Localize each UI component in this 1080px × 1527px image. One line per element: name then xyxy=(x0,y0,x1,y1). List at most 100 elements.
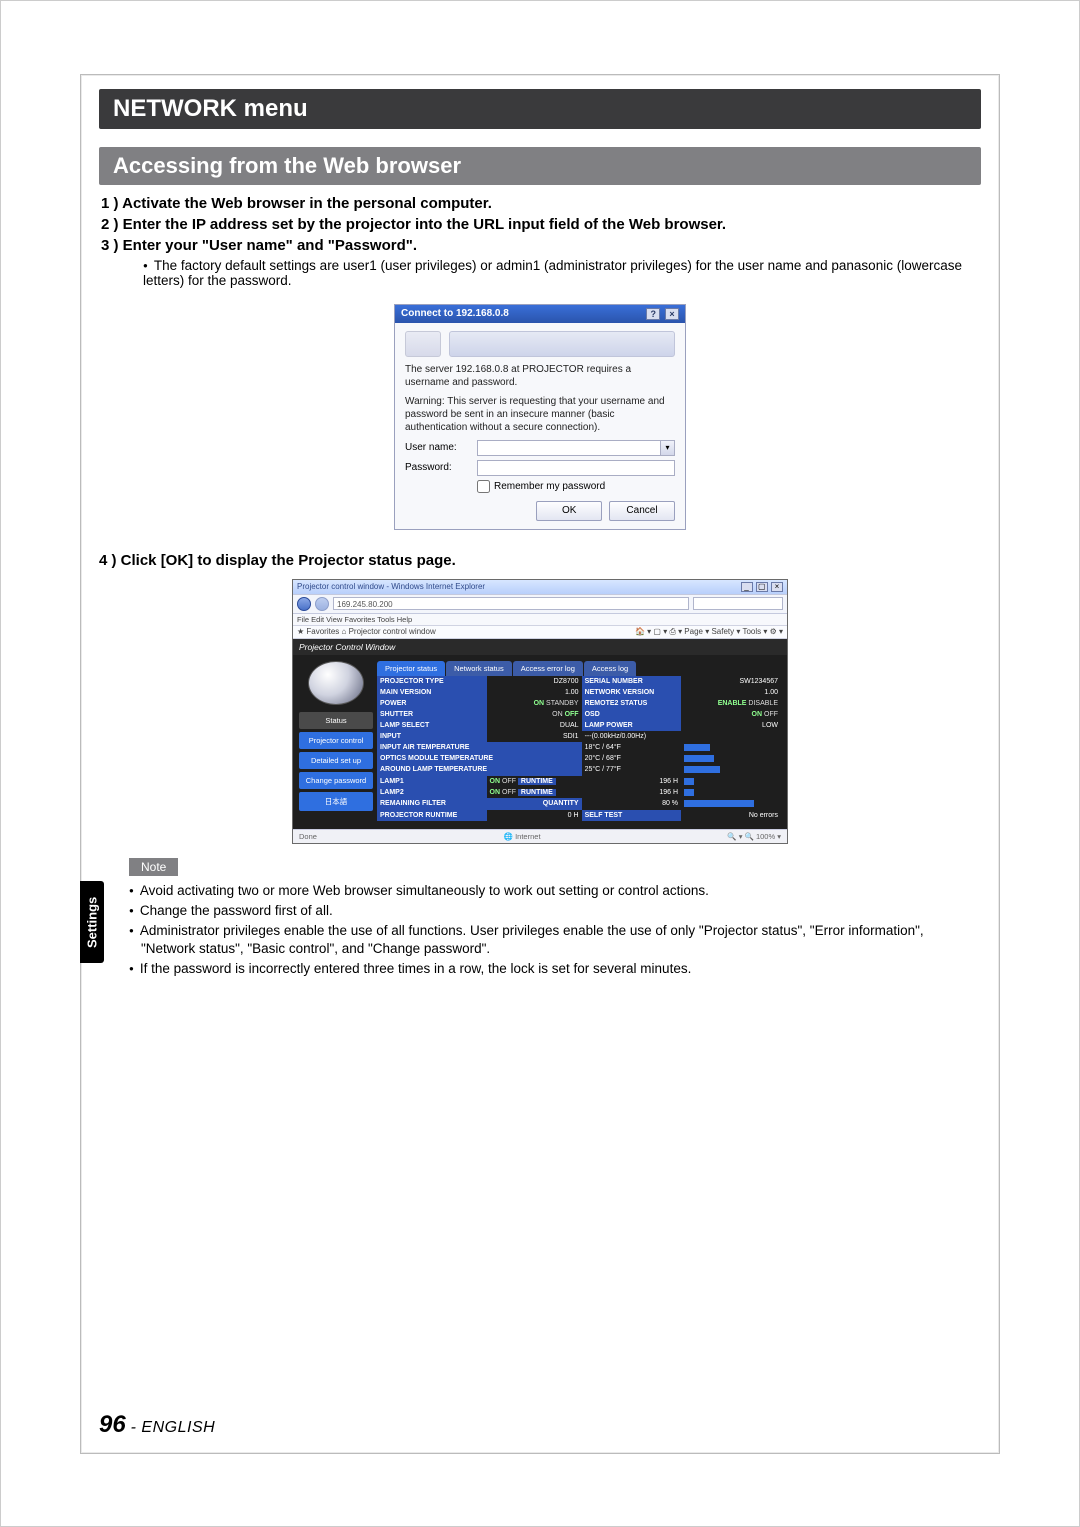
password-label: Password: xyxy=(405,462,477,473)
cell: SELF TEST xyxy=(582,810,681,821)
note-item: Change the password first of all. xyxy=(141,902,981,920)
back-button[interactable] xyxy=(297,597,311,611)
cell: PROJECTOR RUNTIME xyxy=(377,810,487,821)
password-input[interactable] xyxy=(477,460,675,476)
note-item: If the password is incorrectly entered t… xyxy=(141,960,981,978)
pcw-tabs: Projector status Network status Access e… xyxy=(377,661,781,676)
close-icon[interactable]: × xyxy=(665,308,679,320)
help-icon[interactable]: ? xyxy=(646,308,660,320)
side-tab-settings: Settings xyxy=(80,881,104,963)
cell: POWER xyxy=(377,698,487,709)
step-3-note: The factory default settings are user1 (… xyxy=(101,258,979,288)
cell: LAMP2 xyxy=(377,787,487,798)
cell: 1.00 xyxy=(681,687,781,698)
cell: SERIAL NUMBER xyxy=(582,676,681,687)
cell: OPTICS MODULE TEMPERATURE xyxy=(377,753,582,764)
cell: OSD xyxy=(582,709,681,720)
sidebar-detailed[interactable]: Detailed set up xyxy=(299,752,373,769)
tab-network-status[interactable]: Network status xyxy=(446,661,512,676)
note-item: Administrator privileges enable the use … xyxy=(141,922,981,958)
page-footer: 96 - ENGLISH xyxy=(99,1411,215,1439)
cell: AROUND LAMP TEMPERATURE xyxy=(377,764,582,775)
cell: STANDBY xyxy=(546,700,579,707)
search-box[interactable] xyxy=(693,597,783,610)
note-item: Avoid activating two or more Web browser… xyxy=(141,882,981,900)
cell: SHUTTER xyxy=(377,709,487,720)
cell: RUNTIME xyxy=(518,778,556,785)
projector-logo xyxy=(308,661,364,705)
cell: LAMP POWER xyxy=(582,720,681,731)
browser-window: Projector control window - Windows Inter… xyxy=(292,579,788,844)
cell: 196 H xyxy=(582,787,681,798)
filter-bar xyxy=(684,800,754,807)
username-label: User name: xyxy=(405,442,477,453)
browser-titlebar: Projector control window - Windows Inter… xyxy=(293,580,787,594)
cell: MAIN VERSION xyxy=(377,687,487,698)
cell: ---(0.00kHz/0.00Hz) xyxy=(582,731,781,742)
remember-label: Remember my password xyxy=(494,481,605,492)
status-internet: 🌐 Internet xyxy=(504,832,541,841)
status-done: Done xyxy=(299,832,317,841)
maximize-icon[interactable]: ▢ xyxy=(756,582,768,592)
cancel-button[interactable]: Cancel xyxy=(609,501,675,521)
step-4: 4 ) Click [OK] to display the Projector … xyxy=(99,552,981,569)
remember-checkbox[interactable] xyxy=(477,480,490,493)
status-table: PROJECTOR TYPEDZ8700SERIAL NUMBERSW12345… xyxy=(377,676,781,821)
tab-projector-status[interactable]: Projector status xyxy=(377,661,445,676)
dialog-window-buttons: ? × xyxy=(644,308,679,320)
username-input[interactable] xyxy=(477,440,661,456)
cell: PROJECTOR TYPE xyxy=(377,676,487,687)
lamp-bar xyxy=(684,778,694,785)
tab-access-log[interactable]: Access log xyxy=(584,661,636,676)
sidebar-status[interactable]: Status xyxy=(299,712,373,729)
temp-bar xyxy=(684,744,710,751)
pcw-header: Projector Control Window xyxy=(293,639,787,655)
lamp-bar xyxy=(684,789,694,796)
cell: ENABLE xyxy=(718,700,747,707)
section-title: Accessing from the Web browser xyxy=(99,147,981,185)
ok-button[interactable]: OK xyxy=(536,501,602,521)
note-list: Avoid activating two or more Web browser… xyxy=(99,882,981,979)
cell: DUAL xyxy=(487,720,582,731)
dialog-text-1: The server 192.168.0.8 at PROJECTOR requ… xyxy=(405,363,675,389)
step-2: 2 ) Enter the IP address set by the proj… xyxy=(101,216,979,233)
cell: REMOTE2 STATUS xyxy=(582,698,681,709)
temp-bar xyxy=(684,766,720,773)
fav-left[interactable]: ★ Favorites ⌂ Projector control window xyxy=(297,627,436,637)
browser-menu[interactable]: File Edit View Favorites Tools Help xyxy=(293,614,787,626)
cell: ON xyxy=(752,711,763,718)
pcw-sidebar: Status Projector control Detailed set up… xyxy=(299,661,373,821)
cell: 0 H xyxy=(487,810,582,821)
cell: DISABLE xyxy=(748,700,778,707)
dialog-title-text: Connect to 192.168.0.8 xyxy=(401,308,509,319)
address-bar[interactable]: 169.245.80.200 xyxy=(333,597,689,610)
forward-button[interactable] xyxy=(315,597,329,611)
cell: SW1234567 xyxy=(681,676,781,687)
auth-dialog: Connect to 192.168.0.8 ? × The server 19… xyxy=(394,304,686,530)
cell: INPUT AIR TEMPERATURE xyxy=(377,742,582,753)
tab-access-error-log[interactable]: Access error log xyxy=(513,661,583,676)
sidebar-control[interactable]: Projector control xyxy=(299,732,373,749)
sidebar-japanese[interactable]: 日本語 xyxy=(299,792,373,811)
footer-dash: - xyxy=(126,1419,142,1436)
note-label: Note xyxy=(129,858,178,876)
sidebar-change-password[interactable]: Change password xyxy=(299,772,373,789)
key-icon xyxy=(405,331,441,357)
cell: LOW xyxy=(681,720,781,731)
step-3: 3 ) Enter your "User name" and "Password… xyxy=(101,237,979,254)
browser-title-text: Projector control window - Windows Inter… xyxy=(297,582,485,591)
menu-title: NETWORK menu xyxy=(99,89,981,129)
minimize-icon[interactable]: _ xyxy=(741,582,753,592)
cell: QUANTITY xyxy=(487,798,582,809)
cell: 20°C / 68°F xyxy=(582,753,681,764)
browser-status-bar: Done 🌐 Internet 🔍 ▾ 🔍 100% ▾ xyxy=(293,829,787,843)
fav-right[interactable]: 🏠 ▾ ▢ ▾ ⎙ ▾ Page ▾ Safety ▾ Tools ▾ ⚙ ▾ xyxy=(635,627,783,637)
footer-language: ENGLISH xyxy=(141,1419,215,1436)
chevron-down-icon[interactable]: ▾ xyxy=(661,440,675,456)
cell: 80 % xyxy=(582,798,681,809)
cell: 1.00 xyxy=(487,687,582,698)
close-icon[interactable]: × xyxy=(771,582,783,592)
document-page: NETWORK menu Accessing from the Web brow… xyxy=(0,0,1080,1527)
cell: 196 H xyxy=(582,776,681,787)
cell: OFF xyxy=(502,789,516,796)
